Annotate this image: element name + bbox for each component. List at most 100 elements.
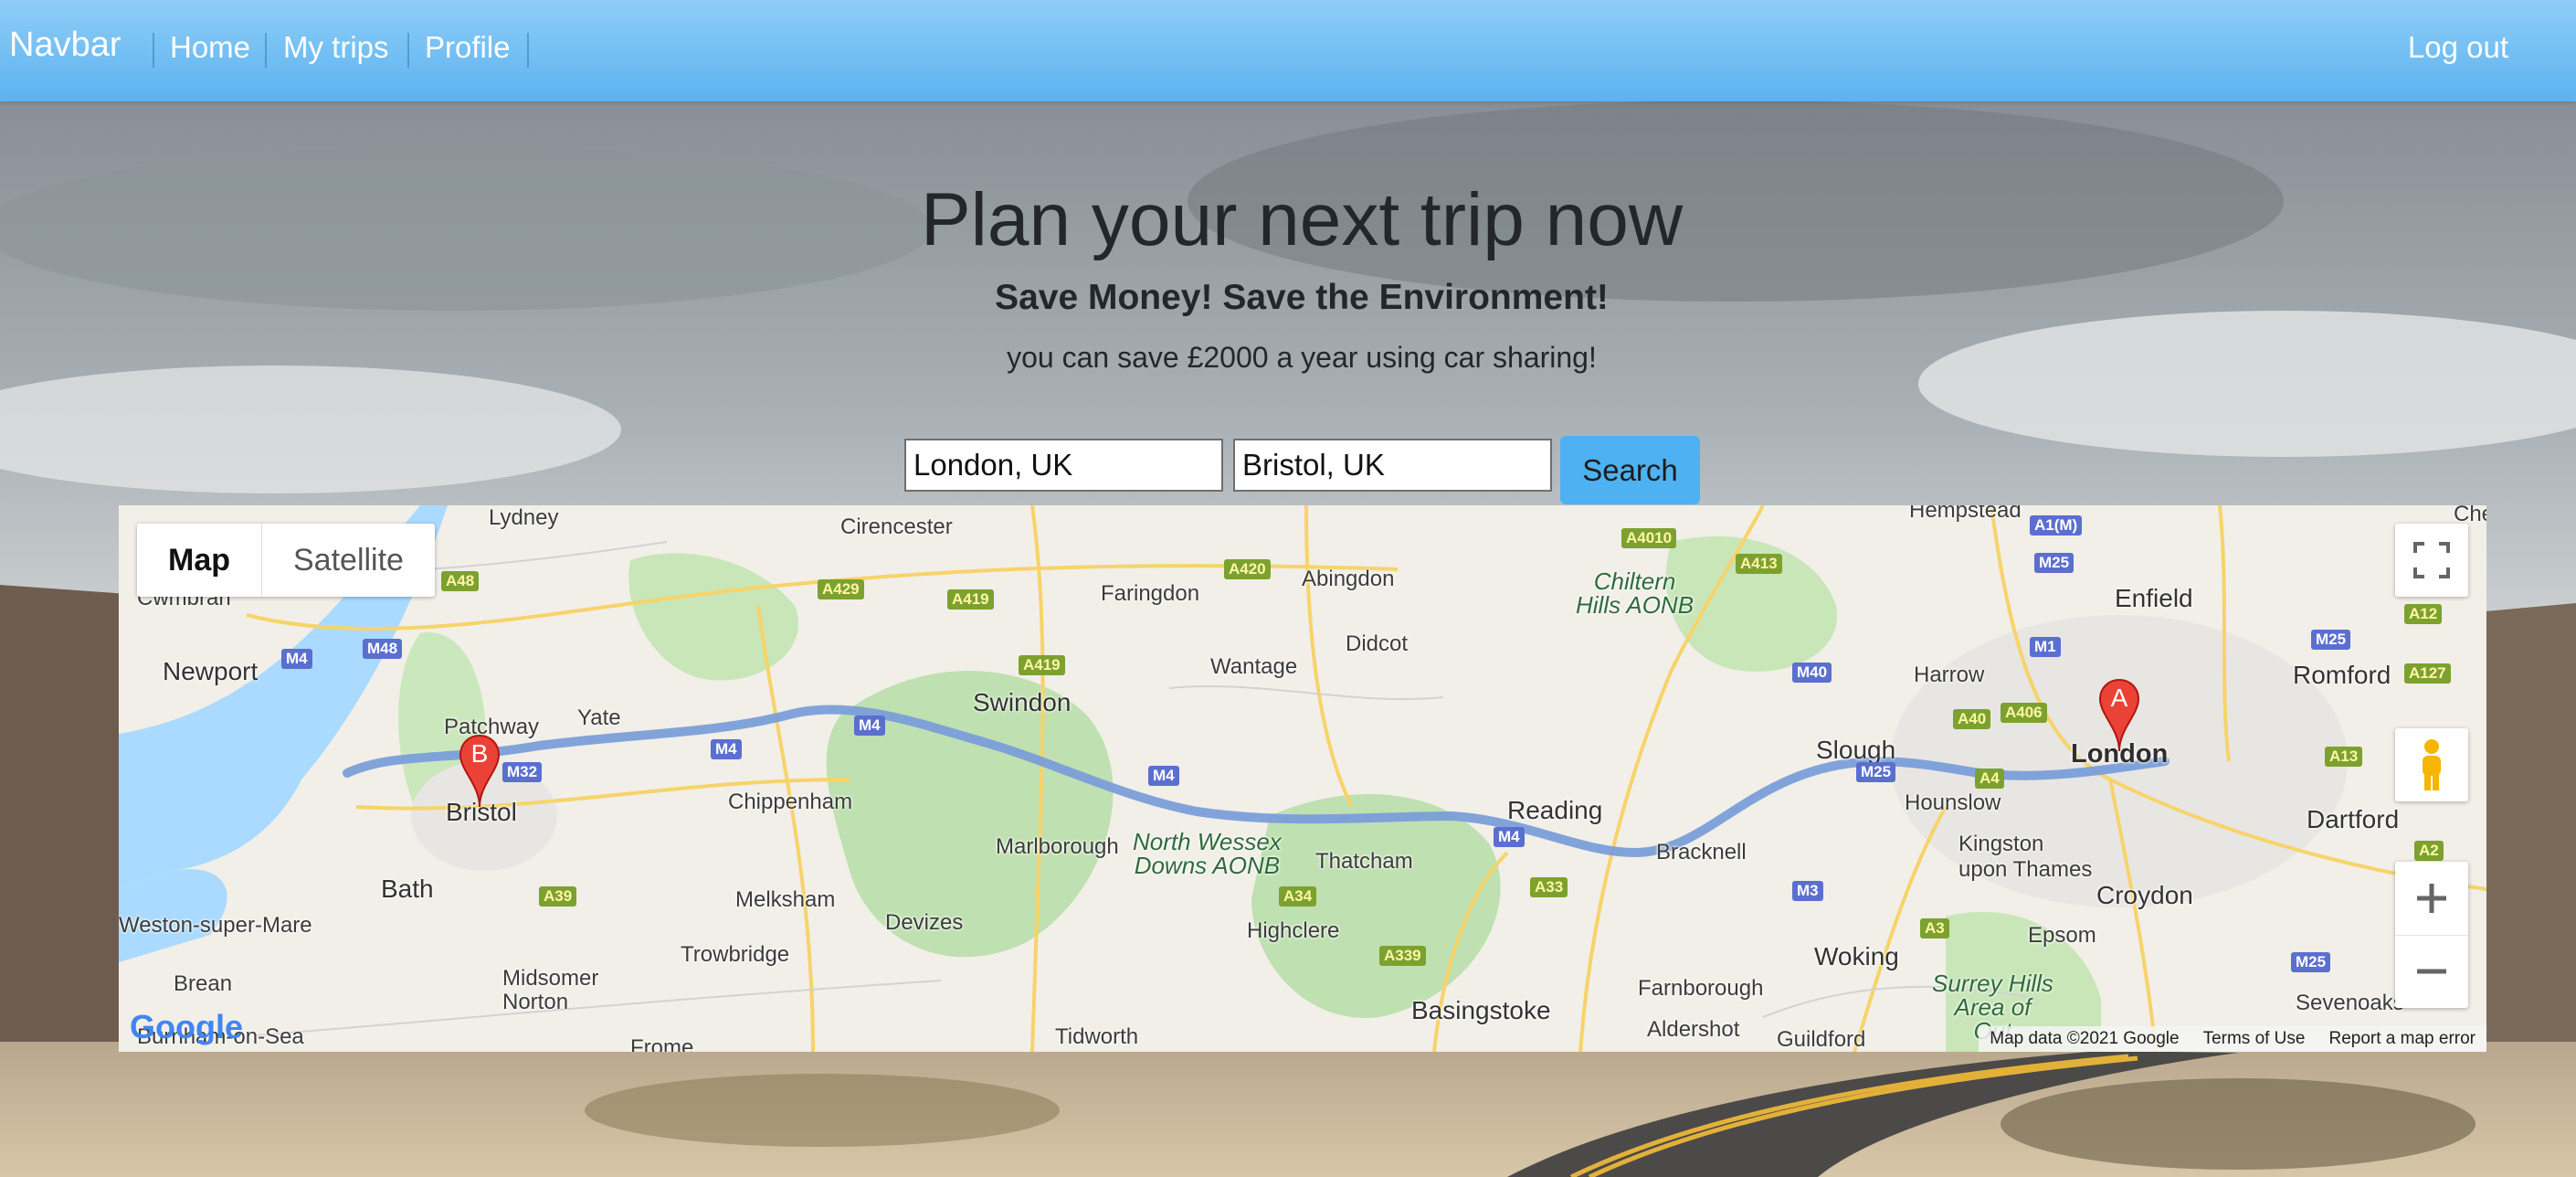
place-label: Brean (174, 971, 233, 996)
zoom-in-button[interactable] (2395, 862, 2468, 936)
place-label: Basingstoke (1411, 996, 1551, 1024)
place-label: Marlborough (996, 834, 1119, 859)
fullscreen-button[interactable] (2395, 524, 2468, 597)
google-logo[interactable]: Google (130, 1008, 243, 1046)
road-shield: M25 (2034, 553, 2075, 573)
place-label: Swindon (973, 688, 1072, 716)
google-logo-text: Google (130, 1008, 243, 1045)
place-label: Cirencester (840, 514, 953, 539)
zoom-control (2395, 862, 2468, 1008)
nav-separator (527, 33, 529, 68)
place-label: Wantage (1210, 654, 1298, 679)
place-label: Sevenoaks (2296, 991, 2404, 1015)
destination-input[interactable] (1233, 439, 1552, 492)
place-label: Croydon (2096, 881, 2193, 909)
place-label: Lydney (489, 505, 559, 530)
nav-separator (407, 33, 409, 68)
road-shield: M4 (281, 649, 312, 669)
place-label: Hempstead (1909, 505, 2022, 523)
place-label: Aldershot (1647, 1017, 1740, 1042)
nav-link-profile[interactable]: Profile (425, 30, 511, 65)
road-shield: A127 (2404, 663, 2451, 684)
road-shield: M25 (2311, 630, 2351, 650)
map-attribution-bar: Map data ©2021 Google Terms of Use Repor… (1979, 1026, 2486, 1052)
place-label: Didcot (1346, 631, 1409, 656)
road-shield: A413 (1736, 554, 1782, 574)
minus-icon (2417, 969, 2446, 974)
place-label: Epsom (2028, 923, 2096, 948)
nav-link-home[interactable]: Home (170, 30, 250, 65)
road-shield: A4 (1975, 769, 2004, 789)
place-label: Dartford (2307, 805, 2400, 833)
road-shield: A419 (1019, 655, 1065, 675)
place-label: Abingdon (1302, 567, 1395, 591)
road-shield: A33 (1530, 877, 1568, 897)
street-view-pegman-button[interactable] (2395, 728, 2468, 801)
road-shield: A3 (1920, 918, 1949, 938)
logout-link[interactable]: Log out (2408, 30, 2508, 65)
road-shield: A40 (1953, 709, 1991, 729)
place-label: Harrow (1914, 663, 1985, 687)
place-label: Trowbridge (681, 942, 790, 967)
road-shield: A339 (1379, 946, 1426, 966)
aonb-label: Chiltern Hills AONB (1576, 567, 1694, 619)
road-shield: M48 (363, 639, 403, 659)
navbar: Navbar Home My trips Profile Log out (0, 0, 2576, 101)
map-type-map-button[interactable]: Map (137, 524, 262, 597)
road-shield: A34 (1279, 886, 1317, 907)
marker-b-pin-icon[interactable]: B (459, 734, 501, 809)
road-shield: A48 (441, 571, 480, 591)
map-type-satellite-button[interactable]: Satellite (262, 524, 435, 597)
road-shield: M25 (2291, 952, 2331, 972)
navbar-brand[interactable]: Navbar (9, 26, 121, 65)
place-label: Devizes (885, 910, 964, 935)
place-label: Weston-super-Mare (119, 913, 312, 938)
place-label: Tidworth (1055, 1024, 1139, 1049)
road-shield: M1 (2030, 637, 2061, 657)
place-label: Bracknell (1656, 840, 1747, 864)
search-button[interactable]: Search (1560, 436, 1700, 504)
road-shield: A2 (2414, 841, 2444, 861)
marker-b-label: B (470, 739, 489, 768)
place-label: Enfield (2115, 584, 2193, 612)
road-shield: M4 (854, 716, 885, 736)
zoom-out-button[interactable] (2395, 936, 2468, 1009)
place-label: Faringdon (1101, 581, 1200, 606)
road-shield: A39 (539, 886, 577, 907)
road-shield: M25 (1856, 762, 1896, 782)
place-label: Guildford (1777, 1027, 1866, 1052)
hero-savings-note: you can save £2000 a year using car shar… (1007, 341, 1597, 374)
hero-subtitle: Save Money! Save the Environment! (995, 278, 1609, 317)
origin-input[interactable] (904, 439, 1223, 492)
report-map-error-link[interactable]: Report a map error (2328, 1026, 2476, 1052)
place-label: Kingston upon Thames (1958, 832, 2093, 882)
plus-icon (2417, 883, 2446, 913)
road-shield: M3 (1792, 881, 1823, 901)
marker-a-pin-icon[interactable]: A (2098, 678, 2140, 753)
road-shield: M4 (711, 739, 742, 759)
place-label: Highclere (1247, 918, 1340, 943)
road-shield: A406 (2001, 703, 2047, 723)
road-shield: A13 (2325, 747, 2363, 767)
place-label: Chippenham (728, 790, 853, 814)
map-data-credit: Map data ©2021 Google (1990, 1029, 2180, 1048)
hero-title: Plan your next trip now (920, 178, 1684, 261)
place-label: Romford (2293, 661, 2391, 689)
terms-of-use-link[interactable]: Terms of Use (2203, 1026, 2306, 1052)
place-label: Midsomer Norton (502, 966, 599, 1014)
road-shield: M40 (1792, 663, 1832, 683)
road-shield: M32 (502, 762, 543, 782)
place-label: Newport (163, 657, 259, 685)
nav-separator (153, 33, 154, 68)
road-shield: A1(M) (2030, 515, 2083, 535)
place-label: Woking (1814, 942, 1899, 970)
nav-link-my-trips[interactable]: My trips (283, 30, 389, 65)
road-shield: A429 (818, 579, 864, 599)
route-map[interactable]: Lydney Cirencester Cwmbran Newport Farin… (119, 505, 2486, 1052)
place-label: Farnborough (1638, 976, 1764, 1001)
place-label: Hounslow (1905, 790, 2001, 815)
place-label: Bath (381, 875, 434, 903)
place-label: Melksham (735, 887, 836, 912)
place-label: Frome (630, 1035, 694, 1052)
pegman-icon (2423, 739, 2441, 790)
